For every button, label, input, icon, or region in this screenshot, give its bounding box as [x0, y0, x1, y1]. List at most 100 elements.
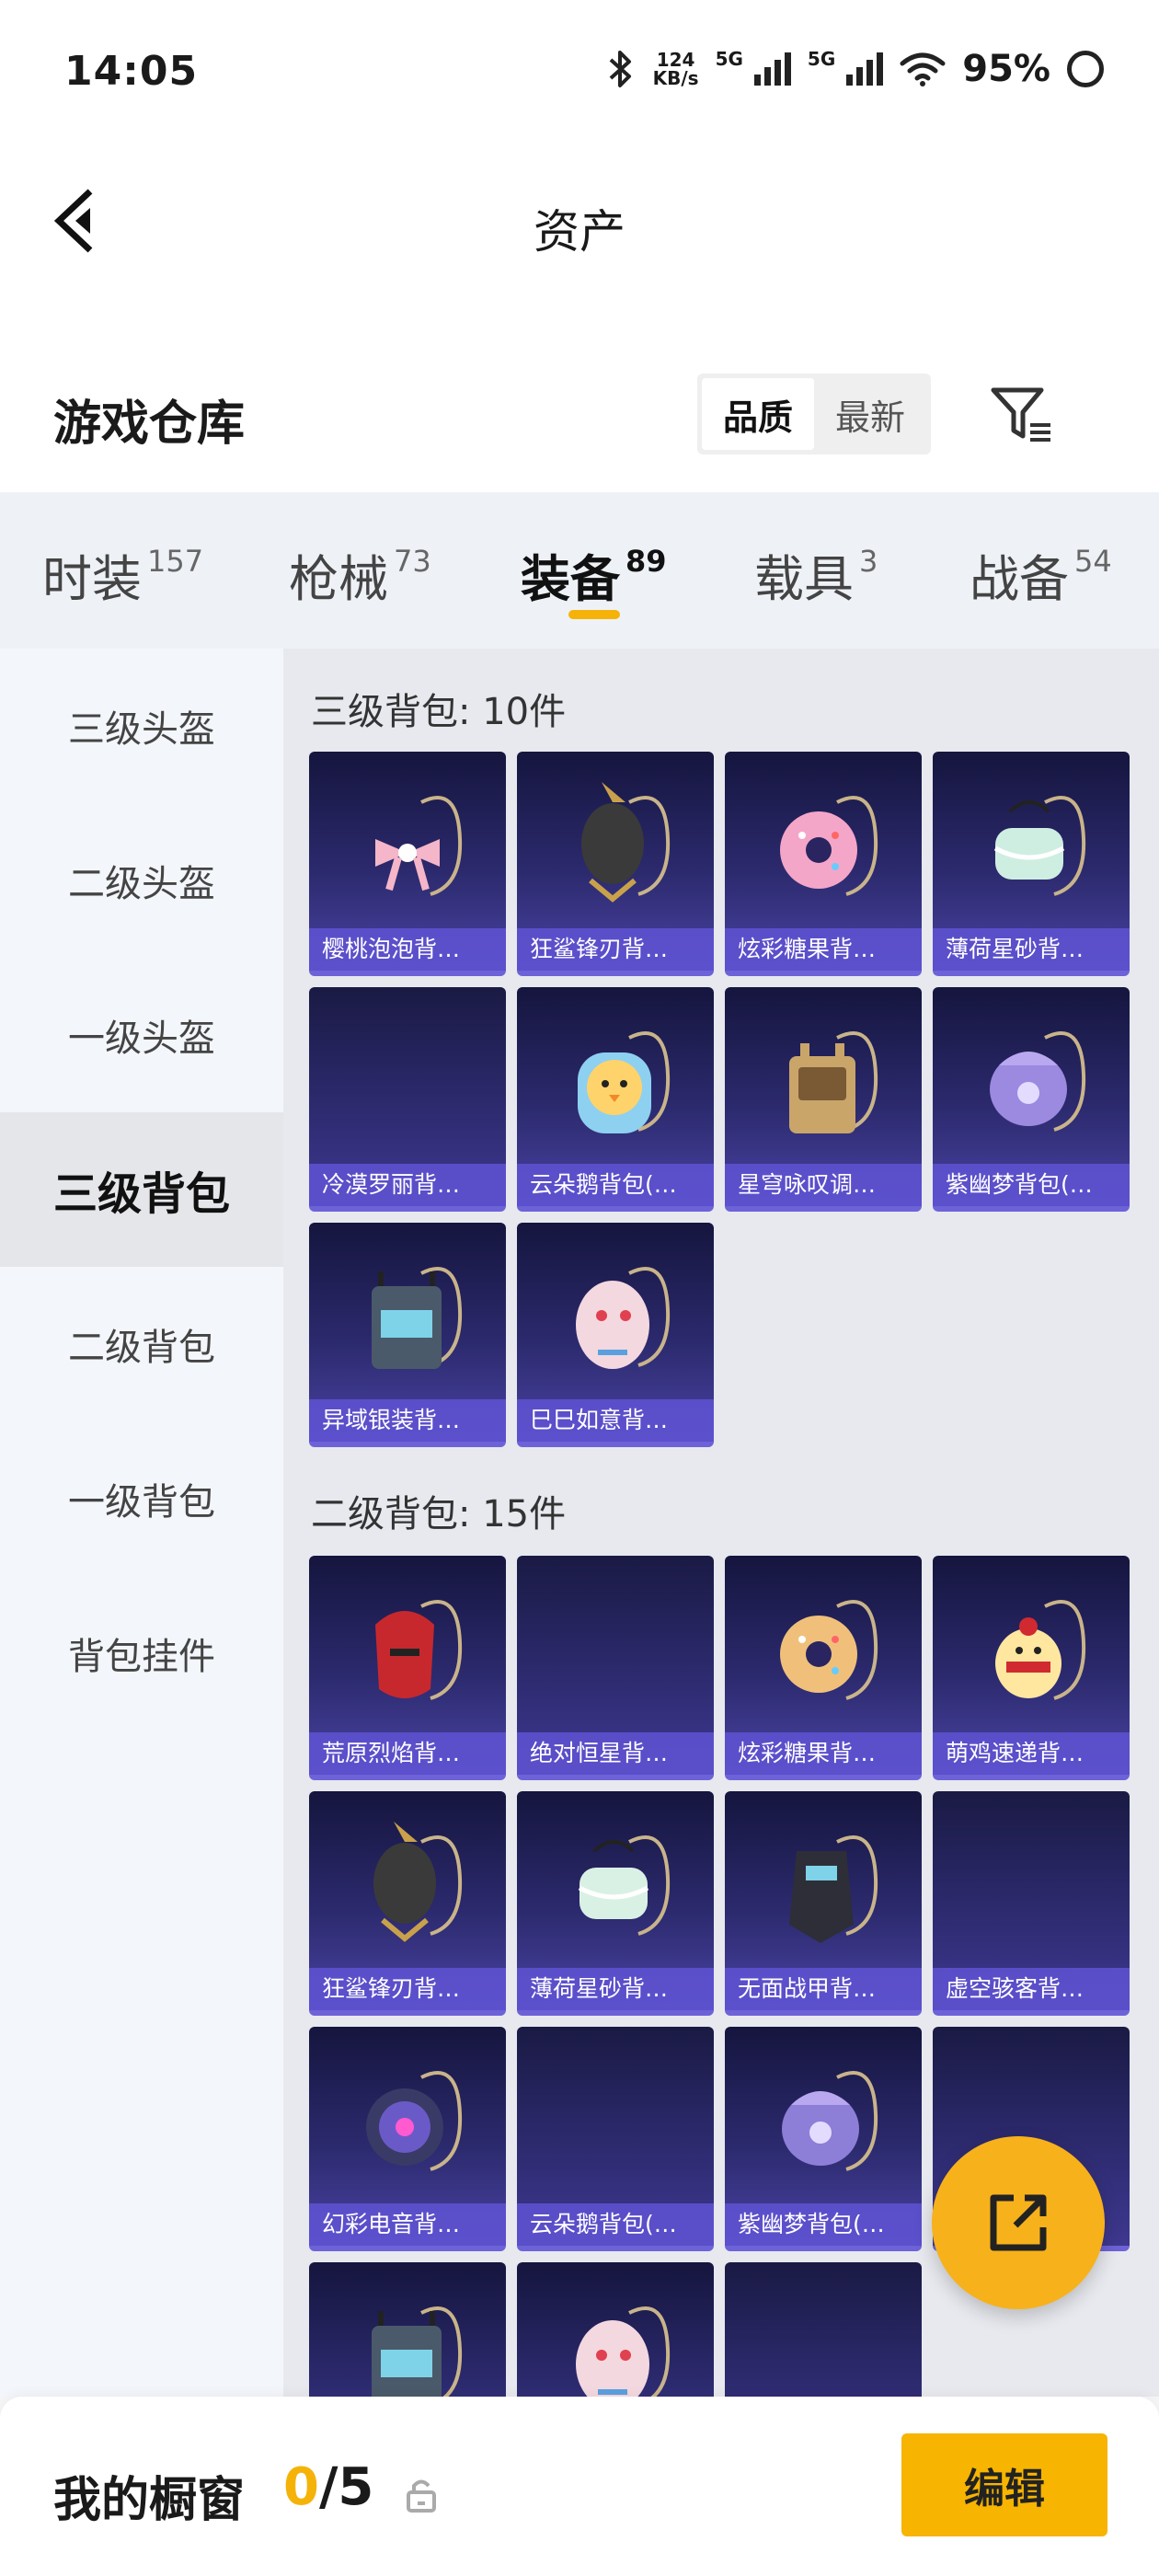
backpack-thumbnail [789, 1031, 878, 1133]
backpack-name: 云朵鹅背包(… [517, 1164, 714, 1206]
warehouse-title: 游戏仓库 [53, 397, 246, 452]
tab-label: 战备 [970, 550, 1069, 608]
tab-label: 载具 [754, 550, 854, 608]
tab-label: 枪械 [289, 550, 388, 608]
backpack-card[interactable] [725, 2262, 922, 2397]
backpack-name: 冷漠罗丽背… [309, 1164, 506, 1206]
backpack-card[interactable] [309, 2262, 506, 2397]
backpack-card[interactable]: 狂鲨锋刃背… [309, 1791, 506, 2016]
backpack-card[interactable]: 薄荷星砂背… [933, 752, 1130, 976]
tab-equipment[interactable]: 装备 89 [521, 538, 667, 611]
backpack-card[interactable]: 炫彩糖果背… [725, 752, 922, 976]
showcase-total: /5 [318, 2457, 374, 2517]
share-button[interactable] [932, 2136, 1105, 2309]
sidebar-item-backpack-charms[interactable]: 背包挂件 [0, 1576, 283, 1731]
backpack-name: 狂鲨锋刃背… [309, 1968, 506, 2010]
page-title: 资产 [534, 205, 625, 259]
battery-percent: 95% [962, 48, 1050, 90]
backpack-name: 虚空骇客背… [933, 1968, 1130, 2010]
backpack-name: 巳巳如意背… [517, 1399, 714, 1442]
backpack-card[interactable]: 冷漠罗丽背… [309, 987, 506, 1212]
tab-count: 73 [394, 544, 431, 579]
warehouse-header: 游戏仓库 品质 最新 [0, 304, 1159, 492]
active-tab-indicator [568, 610, 620, 619]
backpack-thumbnail [990, 1031, 1086, 1132]
backpack-name: 荒原烈焰背… [309, 1732, 506, 1775]
backpack-name: 幻彩电音背… [309, 2203, 506, 2246]
backpack-thumbnail [375, 796, 463, 896]
backpack-card[interactable]: 虚空骇客背… [933, 1791, 1130, 2016]
tab-firearms[interactable]: 枪械 73 [289, 538, 431, 611]
tab-fashion[interactable]: 时装 157 [42, 538, 203, 611]
backpack-name: 樱桃泡泡背… [309, 928, 506, 971]
backpack-card[interactable]: 云朵鹅背包(… [517, 2027, 714, 2251]
backpack-thumbnail [372, 1267, 463, 1369]
tab-label: 装备 [521, 550, 620, 608]
backpack-card[interactable]: 异域银装背… [309, 1223, 506, 1447]
backpack-card[interactable]: 薄荷星砂背… [517, 1791, 714, 2016]
item-grid: 樱桃泡泡背… 狂鲨锋刃背… 炫彩糖果背… 薄荷星砂背… 冷漠罗丽背… 云朵鹅背包(… 星穹咏… [309, 752, 1130, 1447]
backpack-card[interactable]: 幻彩电音背… [309, 2027, 506, 2251]
backpack-card[interactable]: 紫幽梦背包(… [725, 2027, 922, 2251]
backpack-card[interactable]: 云朵鹅背包(… [517, 987, 714, 1212]
tab-vehicles[interactable]: 载具 3 [754, 538, 878, 611]
backpack-thumbnail [780, 1600, 878, 1700]
battery-icon [1067, 51, 1104, 87]
sidebar-item-level3-backpack[interactable]: 三级背包 [0, 1112, 283, 1267]
sort-quality-button[interactable]: 品质 [702, 378, 814, 450]
showcase-count: 0/5 [283, 2457, 373, 2517]
backpack-name: 炫彩糖果背… [725, 1732, 922, 1775]
tab-combat-gear[interactable]: 战备 54 [970, 538, 1112, 611]
lock-icon [407, 2479, 436, 2513]
filter-icon[interactable] [990, 383, 1054, 447]
backpack-card[interactable]: 巳巳如意背… [517, 1223, 714, 1447]
backpack-name: 云朵鹅背包(… [517, 2203, 714, 2246]
backpack-thumbnail [578, 1835, 671, 1936]
share-icon [990, 2194, 1047, 2251]
sidebar-item-level1-helmet[interactable]: 一级头盔 [0, 958, 283, 1112]
backpack-thumbnail [375, 1600, 463, 1700]
sidebar-item-level1-backpack[interactable]: 一级背包 [0, 1421, 283, 1576]
backpack-card[interactable]: 荒原烈焰背… [309, 1556, 506, 1780]
tab-count: 157 [147, 544, 204, 579]
tab-count: 89 [625, 544, 667, 579]
backpack-thumbnail [372, 2306, 463, 2397]
backpack-card[interactable]: 星穹咏叹调… [725, 987, 922, 1212]
backpack-card[interactable]: 绝对恒星背… [517, 1556, 714, 1780]
backpack-thumbnail [993, 796, 1086, 896]
backpack-card[interactable]: 萌鸡速递背… [933, 1556, 1130, 1780]
backpack-card[interactable]: 炫彩糖果背… [725, 1556, 922, 1780]
edit-button[interactable]: 编辑 [901, 2433, 1107, 2536]
item-content: 三级背包: 10件 樱桃泡泡背… 狂鲨锋刃背… 炫彩糖果背… 薄荷星砂背… 冷漠罗丽背…… [283, 649, 1159, 2397]
backpack-thumbnail [780, 796, 878, 896]
sidebar-item-level2-helmet[interactable]: 二级头盔 [0, 803, 283, 958]
backpack-name: 薄荷星砂背… [517, 1968, 714, 2010]
backpack-thumbnail [581, 781, 671, 903]
bluetooth-icon [609, 51, 631, 87]
sort-toggle: 品质 最新 [697, 374, 931, 454]
sort-newest-button[interactable]: 最新 [814, 378, 926, 450]
backpack-name: 炫彩糖果背… [725, 928, 922, 971]
tab-label: 时装 [42, 550, 142, 608]
backpack-card[interactable] [517, 2262, 714, 2397]
sidebar-item-level3-helmet[interactable]: 三级头盔 [0, 649, 283, 803]
network-speed: 124 KB/s [653, 51, 699, 87]
backpack-thumbnail [995, 1600, 1086, 1700]
backpack-card[interactable]: 无面战甲背… [725, 1791, 922, 2016]
status-bar: 14:05 124 KB/s 5G 5G 95% [0, 0, 1159, 147]
backpack-card[interactable]: 紫幽梦背包(… [933, 987, 1130, 1212]
section-title: 三级背包: 10件 [311, 691, 567, 733]
backpack-name: 紫幽梦背包(… [933, 1164, 1130, 1206]
sidebar-item-level2-backpack[interactable]: 二级背包 [0, 1267, 283, 1421]
status-icons: 124 KB/s 5G 5G 95% [605, 48, 1104, 90]
backpack-card[interactable]: 狂鲨锋刃背… [517, 752, 714, 976]
backpack-name: 紫幽梦背包(… [725, 2203, 922, 2246]
backpack-card[interactable]: 樱桃泡泡背… [309, 752, 506, 976]
showcase-bar: 我的橱窗 0/5 编辑 [0, 2397, 1159, 2576]
network-speed-unit: KB/s [652, 67, 699, 89]
backpack-name: 萌鸡速递背… [933, 1732, 1130, 1775]
signal-icon [753, 52, 791, 86]
backpack-thumbnail [576, 2306, 671, 2397]
backpack-thumbnail [576, 1267, 671, 1369]
backpack-name: 星穹咏叹调… [725, 1164, 922, 1206]
